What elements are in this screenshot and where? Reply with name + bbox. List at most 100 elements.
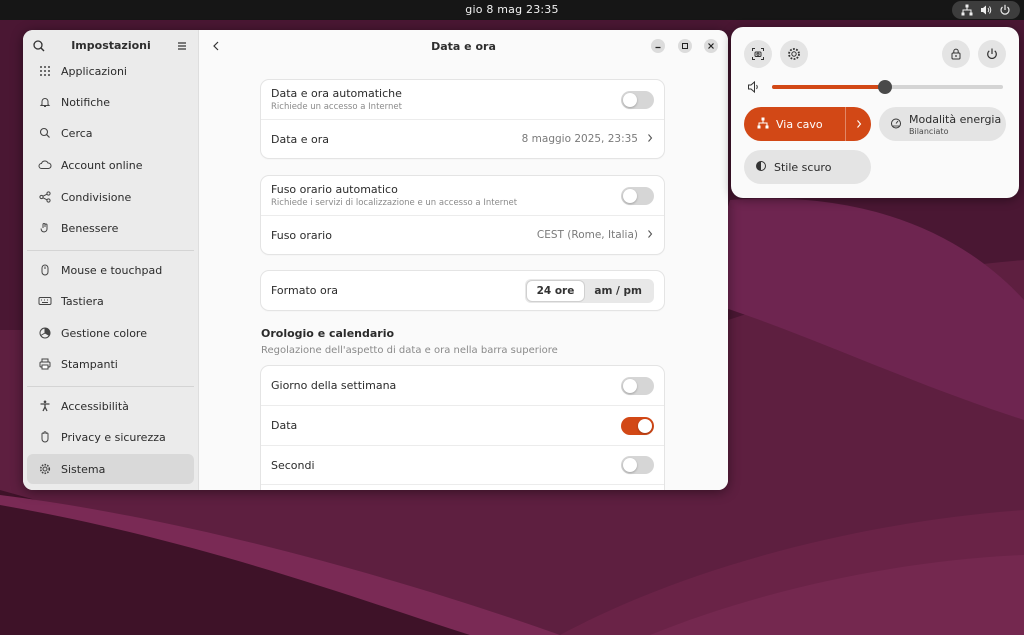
power-mode-toggle[interactable]: Modalità energia Bilanciato	[879, 107, 1006, 141]
auto-datetime-row[interactable]: Data e ora automatiche Richiede un acces…	[261, 80, 664, 119]
lock-icon	[951, 48, 961, 60]
share-icon	[37, 189, 53, 205]
volume-icon	[980, 4, 992, 16]
auto-timezone-toggle[interactable]	[621, 186, 654, 205]
seconds-toggle[interactable]	[621, 456, 654, 474]
main-content: Data e ora Data e ora automatiche Richie…	[199, 30, 728, 490]
sidebar-item-gestione-colore[interactable]: Gestione colore	[27, 318, 194, 348]
settings-window: Impostazioni Applicazioni Notifiche Cerc…	[23, 30, 728, 490]
sidebar-item-notifiche[interactable]: Notifiche	[27, 87, 194, 117]
timezone-row[interactable]: Fuso orario CEST (Rome, Italia)	[261, 215, 664, 254]
auto-timezone-row[interactable]: Fuso orario automatico Richiede i serviz…	[261, 176, 664, 215]
sidebar-item-label: Stampanti	[61, 357, 118, 371]
auto-timezone-label: Fuso orario automatico	[271, 183, 398, 196]
auto-datetime-sub: Richiede un accesso a Internet	[271, 102, 402, 112]
time-format-card: Formato ora 24 ore am / pm	[261, 271, 664, 310]
auto-datetime-toggle[interactable]	[621, 90, 654, 109]
sidebar: Impostazioni Applicazioni Notifiche Cerc…	[23, 30, 199, 490]
wired-network-label: Via cavo	[776, 117, 823, 131]
time-format-row: Formato ora 24 ore am / pm	[261, 271, 664, 310]
close-icon	[708, 43, 714, 49]
sidebar-item-account-online[interactable]: Account online	[27, 150, 194, 180]
date-toggle[interactable]	[621, 416, 654, 435]
screenshot-button[interactable]	[744, 40, 772, 68]
chevron-right-icon	[646, 229, 654, 242]
color-icon	[37, 325, 53, 341]
auto-timezone-sub: Richiede i servizi di localizzazione e u…	[271, 198, 518, 208]
clock-section-title: Orologio e calendario	[261, 327, 395, 340]
sidebar-item-applicazioni[interactable]: Applicazioni	[27, 56, 194, 86]
top-bar: gio 8 mag 23:35	[0, 0, 1024, 20]
time-format-24h-button[interactable]: 24 ore	[526, 280, 585, 301]
date-row[interactable]: Data	[261, 405, 664, 445]
clock[interactable]: gio 8 mag 23:35	[0, 3, 1024, 16]
settings-button[interactable]	[780, 40, 808, 68]
wellbeing-icon	[37, 220, 53, 236]
power-mode-icon	[890, 117, 902, 132]
wired-network-menu-button[interactable]	[845, 107, 871, 141]
power-icon	[987, 48, 997, 59]
sidebar-item-cerca[interactable]: Cerca	[27, 118, 194, 148]
volume-slider[interactable]	[772, 80, 1003, 94]
power-icon	[999, 4, 1011, 16]
datetime-label: Data e ora	[271, 132, 330, 146]
dark-style-icon	[755, 160, 767, 175]
datetime-value: 8 maggio 2025, 23:35	[521, 133, 638, 145]
seconds-row[interactable]: Secondi	[261, 445, 664, 484]
sidebar-divider	[27, 250, 194, 251]
sidebar-divider	[27, 386, 194, 387]
timezone-value: CEST (Rome, Italia)	[536, 229, 638, 241]
sidebar-item-stampanti[interactable]: Stampanti	[27, 349, 194, 379]
clock-text[interactable]: gio 8 mag 23:35	[465, 3, 558, 16]
volume-slider-handle[interactable]	[878, 80, 893, 94]
sidebar-item-privacy-sicurezza[interactable]: Privacy e sicurezza	[27, 422, 194, 452]
sidebar-item-label: Cerca	[61, 126, 93, 140]
sidebar-item-benessere[interactable]: Benessere	[27, 213, 194, 243]
minimize-button[interactable]	[651, 39, 665, 53]
printer-icon	[37, 356, 53, 372]
chevron-right-icon	[646, 133, 654, 146]
system-tray[interactable]	[952, 1, 1020, 19]
maximize-icon	[682, 43, 688, 49]
power-button[interactable]	[978, 40, 1006, 68]
screenshot-icon	[752, 48, 764, 60]
sidebar-item-accessibilita[interactable]: Accessibilità	[27, 391, 194, 421]
sidebar-item-label: Notifiche	[61, 95, 111, 109]
weekday-toggle[interactable]	[621, 376, 654, 395]
sidebar-title: Impostazioni	[71, 39, 151, 52]
wired-network-toggle[interactable]: Via cavo	[744, 107, 871, 141]
time-format-ampm-button[interactable]: am / pm	[584, 281, 652, 301]
maximize-button[interactable]	[678, 39, 692, 53]
sidebar-item-label: Condivisione	[61, 190, 132, 204]
chevron-right-icon	[856, 120, 861, 128]
sidebar-item-label: Privacy e sicurezza	[61, 430, 166, 444]
sidebar-item-tastiera[interactable]: Tastiera	[27, 286, 194, 316]
toggle-knob	[623, 458, 637, 472]
sidebar-item-condivisione[interactable]: Condivisione	[27, 182, 194, 212]
gear-icon	[37, 461, 53, 477]
wired-network-main[interactable]: Via cavo	[744, 107, 845, 141]
close-button[interactable]	[704, 39, 718, 53]
clock-section-description: Regolazione dell'aspetto di data e ora n…	[261, 345, 558, 356]
power-mode-label: Modalità energia	[909, 112, 1002, 126]
timezone-card: Fuso orario automatico Richiede i serviz…	[261, 176, 664, 254]
dark-style-toggle[interactable]: Stile scuro	[744, 150, 871, 184]
toggle-knob	[623, 378, 637, 393]
network-wired-icon	[757, 117, 769, 132]
sidebar-item-mouse-touchpad[interactable]: Mouse e touchpad	[27, 255, 194, 285]
bell-icon	[37, 94, 53, 110]
volume-slider-fill	[772, 85, 886, 89]
accessibility-icon	[37, 398, 53, 414]
lock-button[interactable]	[942, 40, 970, 68]
sidebar-item-label: Account online	[61, 158, 143, 172]
weekday-row[interactable]: Giorno della settimana	[261, 366, 664, 405]
hamburger-menu-icon[interactable]	[174, 38, 190, 54]
page-title: Data e ora	[431, 40, 496, 53]
sidebar-item-sistema[interactable]: Sistema	[27, 454, 194, 484]
datetime-row[interactable]: Data e ora 8 maggio 2025, 23:35	[261, 119, 664, 158]
auto-datetime-label: Data e ora automatiche	[271, 87, 402, 100]
minimize-icon	[655, 46, 661, 49]
sidebar-item-label: Accessibilità	[61, 399, 129, 413]
cloud-icon	[37, 157, 53, 173]
clock-options-card: Giorno della settimana Data Secondi	[261, 366, 664, 490]
